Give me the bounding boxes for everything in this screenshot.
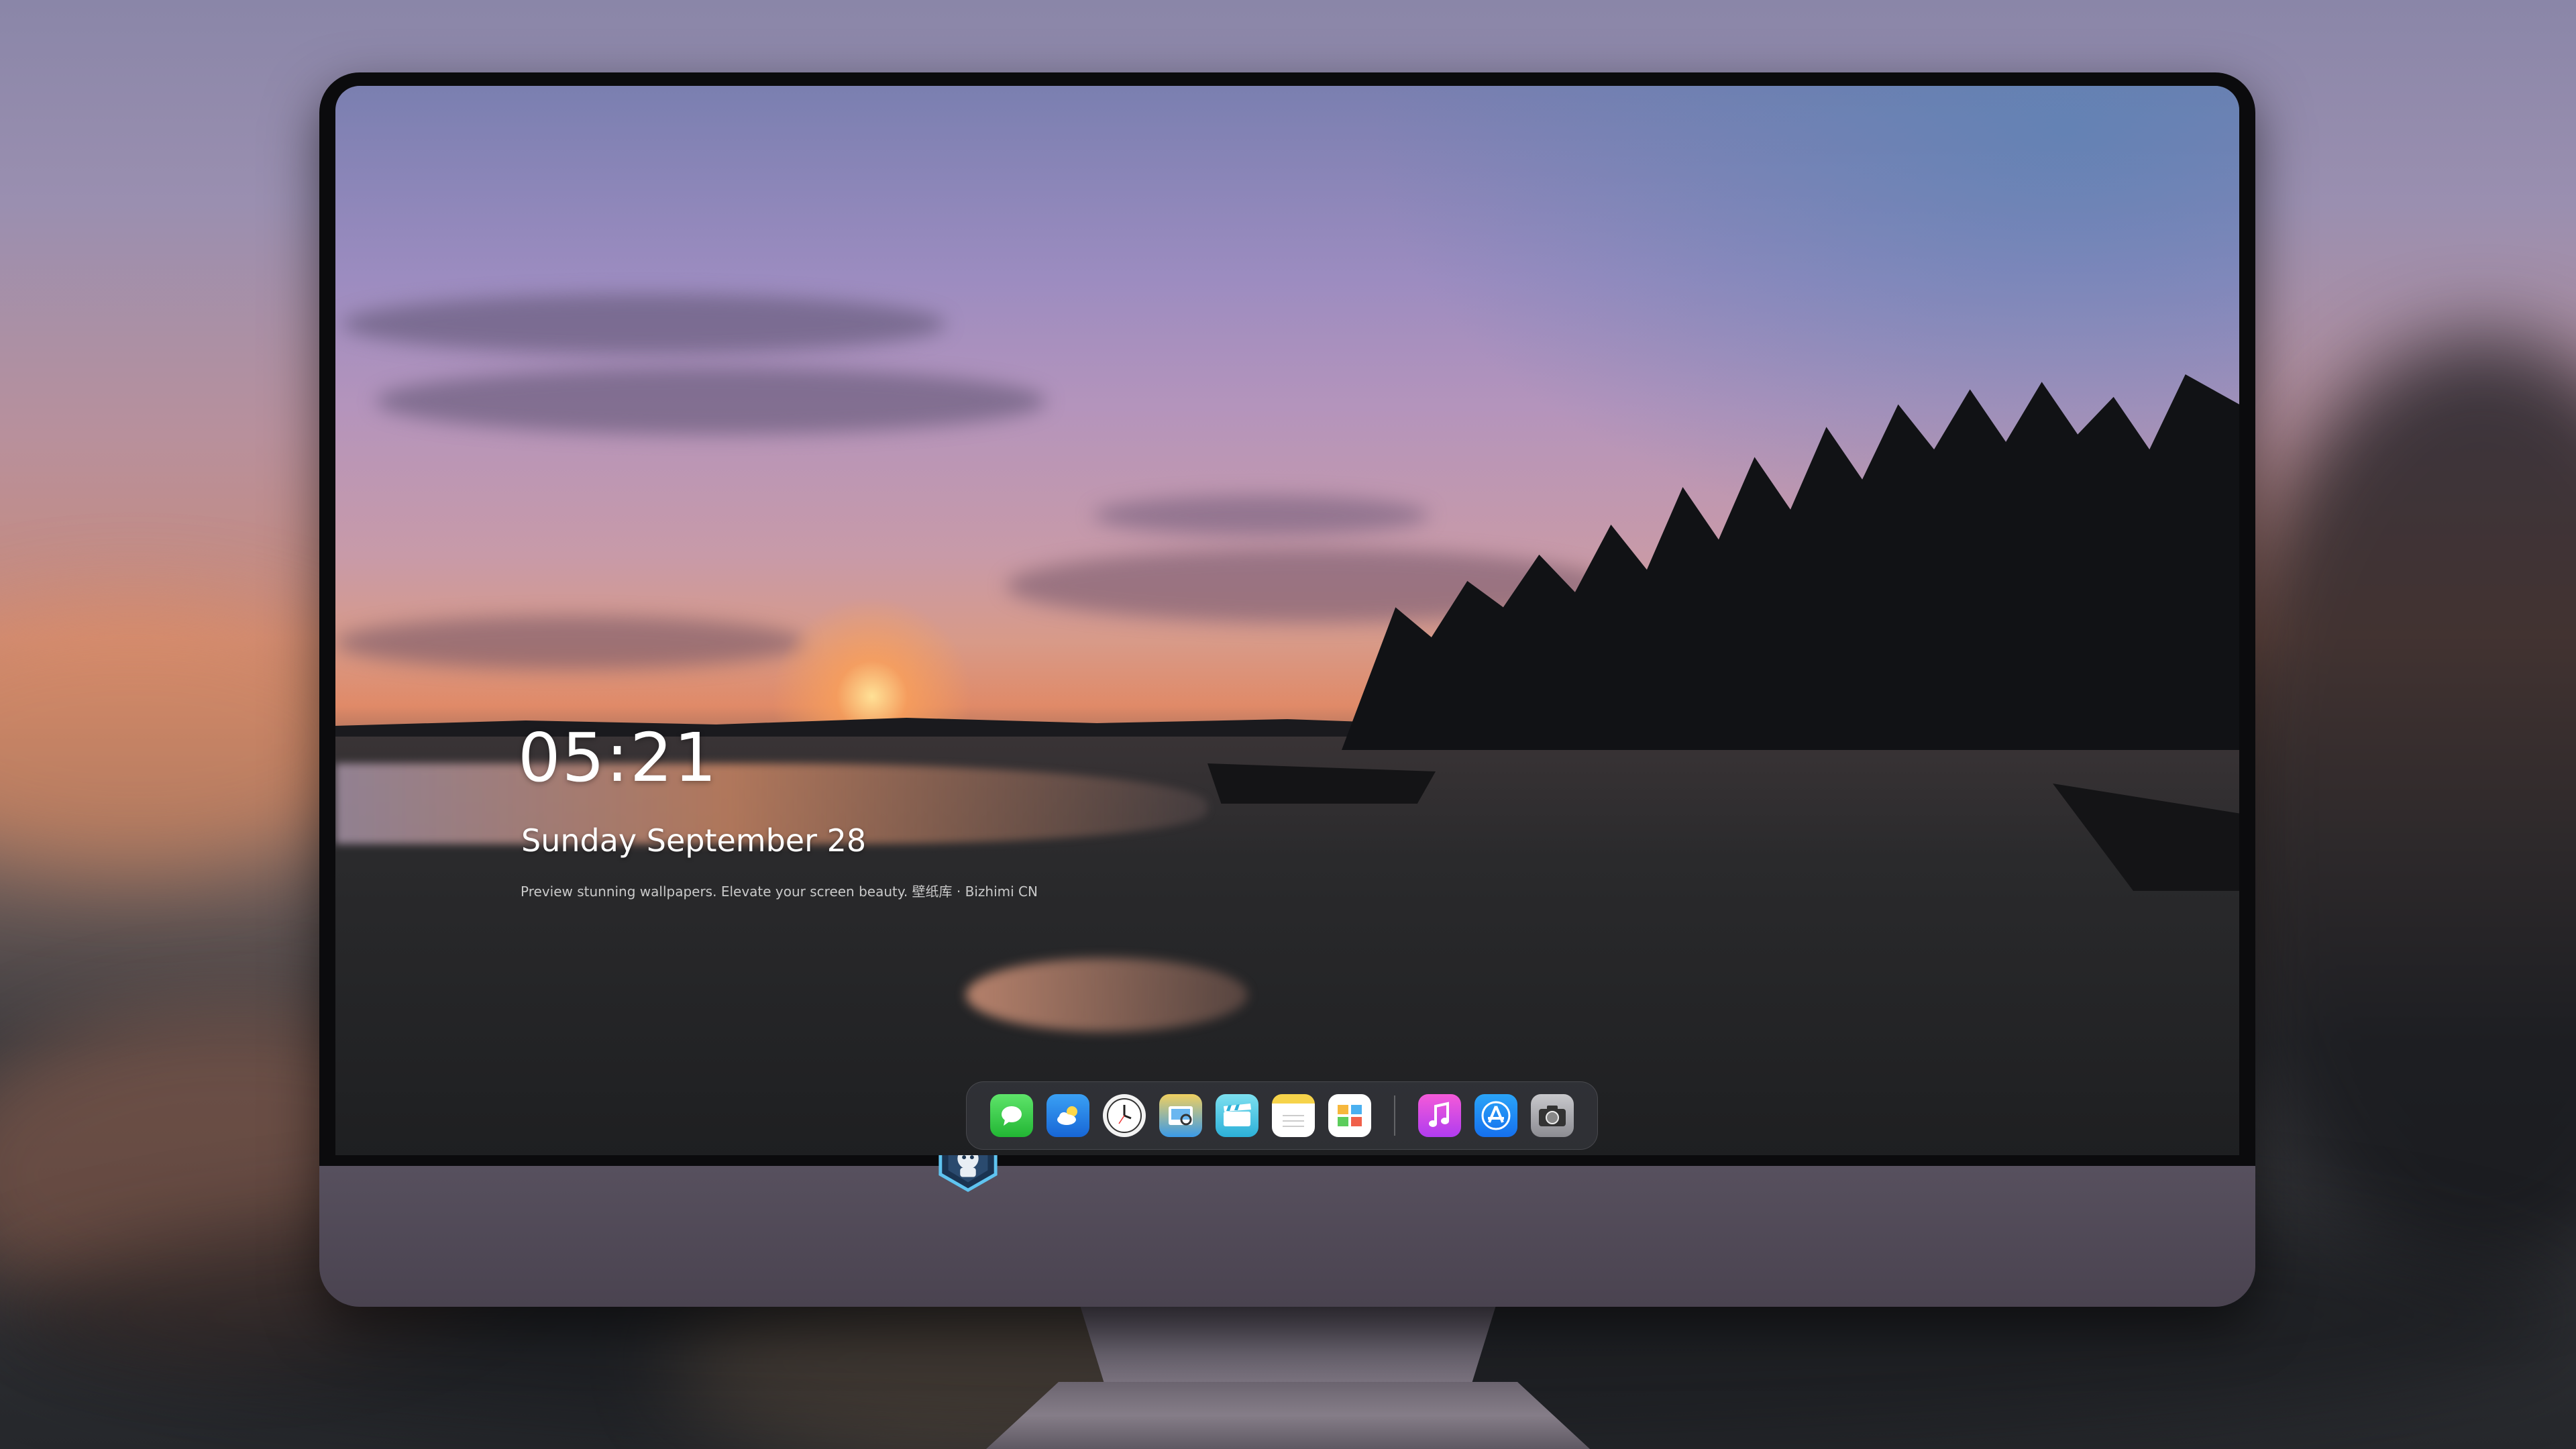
message-bubble-icon	[1002, 1106, 1022, 1126]
app-store-icon	[1481, 1101, 1511, 1130]
dock-app-preview[interactable]	[1159, 1094, 1202, 1137]
weather-cloud-icon	[1057, 1106, 1077, 1125]
preview-icon	[1169, 1106, 1193, 1126]
camera-icon	[1539, 1106, 1566, 1126]
monitor-stand-neck	[1080, 1305, 1496, 1386]
lock-screen: 05:21 Sunday September 28 Preview stunni…	[335, 86, 2239, 1155]
dock-app-photos[interactable]	[1328, 1094, 1371, 1137]
monitor-stand-base	[986, 1382, 1590, 1449]
clapperboard-icon	[1224, 1104, 1251, 1126]
dock-separator	[1394, 1095, 1395, 1136]
dock-app-notes[interactable]	[1272, 1094, 1315, 1137]
notes-icon	[1283, 1115, 1304, 1127]
wallpaper-cloud	[376, 368, 1046, 435]
dock-app-clips[interactable]	[1216, 1094, 1258, 1137]
photos-icon	[1338, 1105, 1362, 1126]
backdrop-blur	[2214, 335, 2576, 1275]
wallpaper-water	[966, 958, 1248, 1032]
music-note-icon	[1429, 1102, 1449, 1127]
wallpaper-cloud	[342, 294, 946, 354]
dock-app-camera[interactable]	[1531, 1094, 1574, 1137]
dock-app-messages[interactable]	[990, 1094, 1033, 1137]
wallpaper-cloud	[335, 616, 805, 669]
clock-icon	[1107, 1098, 1142, 1133]
dock-app-music[interactable]	[1418, 1094, 1461, 1137]
wallpaper-caption: Preview stunning wallpapers. Elevate you…	[521, 883, 1038, 900]
dock	[966, 1081, 1598, 1150]
monitor-chin	[319, 1166, 2255, 1307]
wallpaper-cloud	[1093, 495, 1429, 535]
lock-clock: 05:21	[518, 718, 718, 797]
dock-app-app-store[interactable]	[1474, 1094, 1517, 1137]
dock-app-weather[interactable]	[1046, 1094, 1089, 1137]
desktop-backdrop: 05:21 Sunday September 28 Preview stunni…	[0, 0, 2576, 1449]
dock-app-clock[interactable]	[1103, 1094, 1146, 1137]
lock-date: Sunday September 28	[521, 822, 867, 859]
